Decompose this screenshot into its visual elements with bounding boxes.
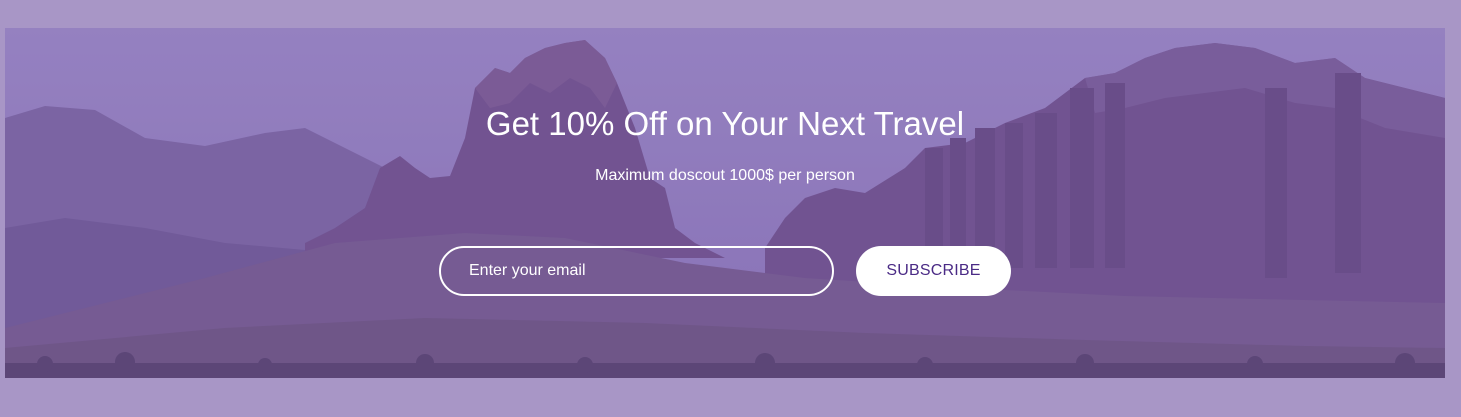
promo-subtitle: Maximum doscout 1000$ per person: [595, 167, 855, 184]
promo-headline: Get 10% Off on Your Next Travel: [485, 105, 965, 142]
email-field-wrapper: [439, 246, 834, 296]
email-input[interactable]: [441, 248, 832, 294]
newsletter-banner: Get 10% Off on Your Next Travel Maximum …: [5, 28, 1445, 378]
subscribe-button[interactable]: SUBSCRIBE: [856, 246, 1011, 296]
newsletter-content: Get 10% Off on Your Next Travel Maximum …: [5, 28, 1445, 378]
